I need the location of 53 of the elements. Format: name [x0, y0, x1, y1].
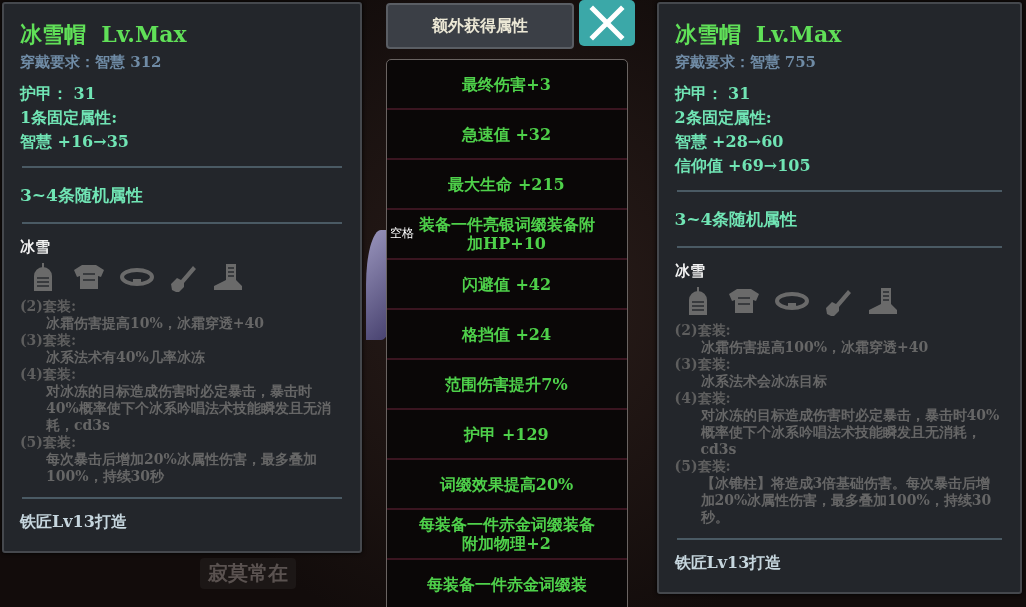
extra-attributes-title: 额外获得属性 — [385, 3, 574, 49]
fixed-attribute: 智慧 +16→35 — [20, 131, 130, 153]
item-title: 冰雪帽 Lv.Max — [674, 20, 843, 49]
set-bonus-text: 冰霜伤害提高100%，冰霜穿透+40 — [699, 339, 930, 356]
set-bonus-label: (5)套装: — [674, 458, 732, 475]
boot-icon — [212, 262, 244, 292]
crafted-by-text: 铁匠Lv13打造 — [674, 552, 783, 574]
armor-text: 护甲： 31 — [674, 83, 752, 105]
fixed-attribute: 信仰值 +69→105 — [674, 155, 812, 177]
armor-text: 护甲： 31 — [20, 83, 97, 105]
set-bonus-text: 每次暴击后增加20%冰属性伤害，最多叠加100%，持续30秒 — [45, 451, 318, 485]
set-bonus-text: 【冰锥柱】将造成3倍基础伤害。每次暴击后增加20%冰属性伤害，最多叠加100%，持续30秒。 — [699, 475, 993, 526]
chest-armor-icon — [72, 262, 106, 292]
set-bonus-text: 冰霜伤害提高10%，冰霜穿透+40 — [45, 315, 265, 332]
item-title: 冰雪帽 Lv.Max — [20, 20, 188, 49]
set-name: 冰雪 — [20, 237, 51, 258]
attribute-text: 护甲 +129 — [464, 424, 549, 444]
attribute-text: 范围伤害提升7% — [445, 374, 568, 394]
character-name-label: 寂莫常在 — [200, 558, 296, 589]
attribute-text: 每装备一件赤金词缀装备附加物理+2 — [418, 515, 595, 553]
set-bonus-label: (2)套装: — [674, 322, 732, 339]
crafted-by-text: 铁匠Lv13打造 — [20, 511, 128, 533]
close-button[interactable] — [578, 0, 635, 46]
set-name: 冰雪 — [674, 261, 706, 282]
fixed-attributes-header: 2条固定属性: — [674, 107, 773, 129]
attribute-text: 最大生命 +215 — [448, 174, 565, 194]
set-bonus-text: 对冰冻的目标造成伤害时必定暴击，暴击时40%概率使下个冰系吟唱法术技能瞬发且无消耗，cd3s — [699, 407, 1001, 458]
attribute-text: 急速值 +32 — [461, 124, 552, 144]
requirement-text: 穿戴要求：智慧 755 — [674, 52, 818, 73]
requirement-text: 穿戴要求：智慧 312 — [20, 52, 163, 73]
attribute-text: 闪避值 +42 — [461, 274, 552, 294]
attribute-text: 最终伤害+3 — [462, 74, 551, 94]
attribute-text: 装备一件亮银词缀装备附加HP+10 — [418, 215, 595, 253]
close-icon — [588, 5, 625, 41]
boot-icon — [866, 286, 899, 316]
set-bonus-label: (2)套装: — [20, 298, 78, 315]
set-bonus-text: 冰系法术会冰冻目标 — [699, 373, 828, 390]
key-hint-label: 空格 — [389, 225, 414, 242]
chest-armor-icon — [726, 286, 761, 316]
random-attributes-header: 3~4条随机属性 — [674, 208, 799, 231]
attribute-text: 每装备一件赤金词缀装 — [426, 574, 587, 594]
attribute-text: 格挡值 +24 — [461, 324, 552, 344]
set-bonus-label: (5)套装: — [20, 434, 78, 451]
fixed-attribute: 智慧 +28→60 — [674, 131, 785, 153]
attribute-text: 词缀效果提高20% — [439, 474, 574, 494]
set-bonus-text: 冰系法术有40%几率冰冻 — [45, 349, 206, 366]
set-bonus-label: (3)套装: — [20, 332, 78, 349]
set-bonus-text: 对冰冻的目标造成伤害时必定暴击，暴击时40%概率使下个冰系吟唱法术技能瞬发且无消耗，cd3s — [45, 383, 332, 434]
random-attributes-header: 3~4条随机属性 — [20, 184, 144, 207]
set-bonus-label: (3)套装: — [674, 356, 732, 373]
fixed-attributes-header: 1条固定属性: — [20, 107, 119, 129]
set-bonus-label: (4)套装: — [674, 390, 732, 407]
set-bonus-label: (4)套装: — [20, 366, 78, 383]
